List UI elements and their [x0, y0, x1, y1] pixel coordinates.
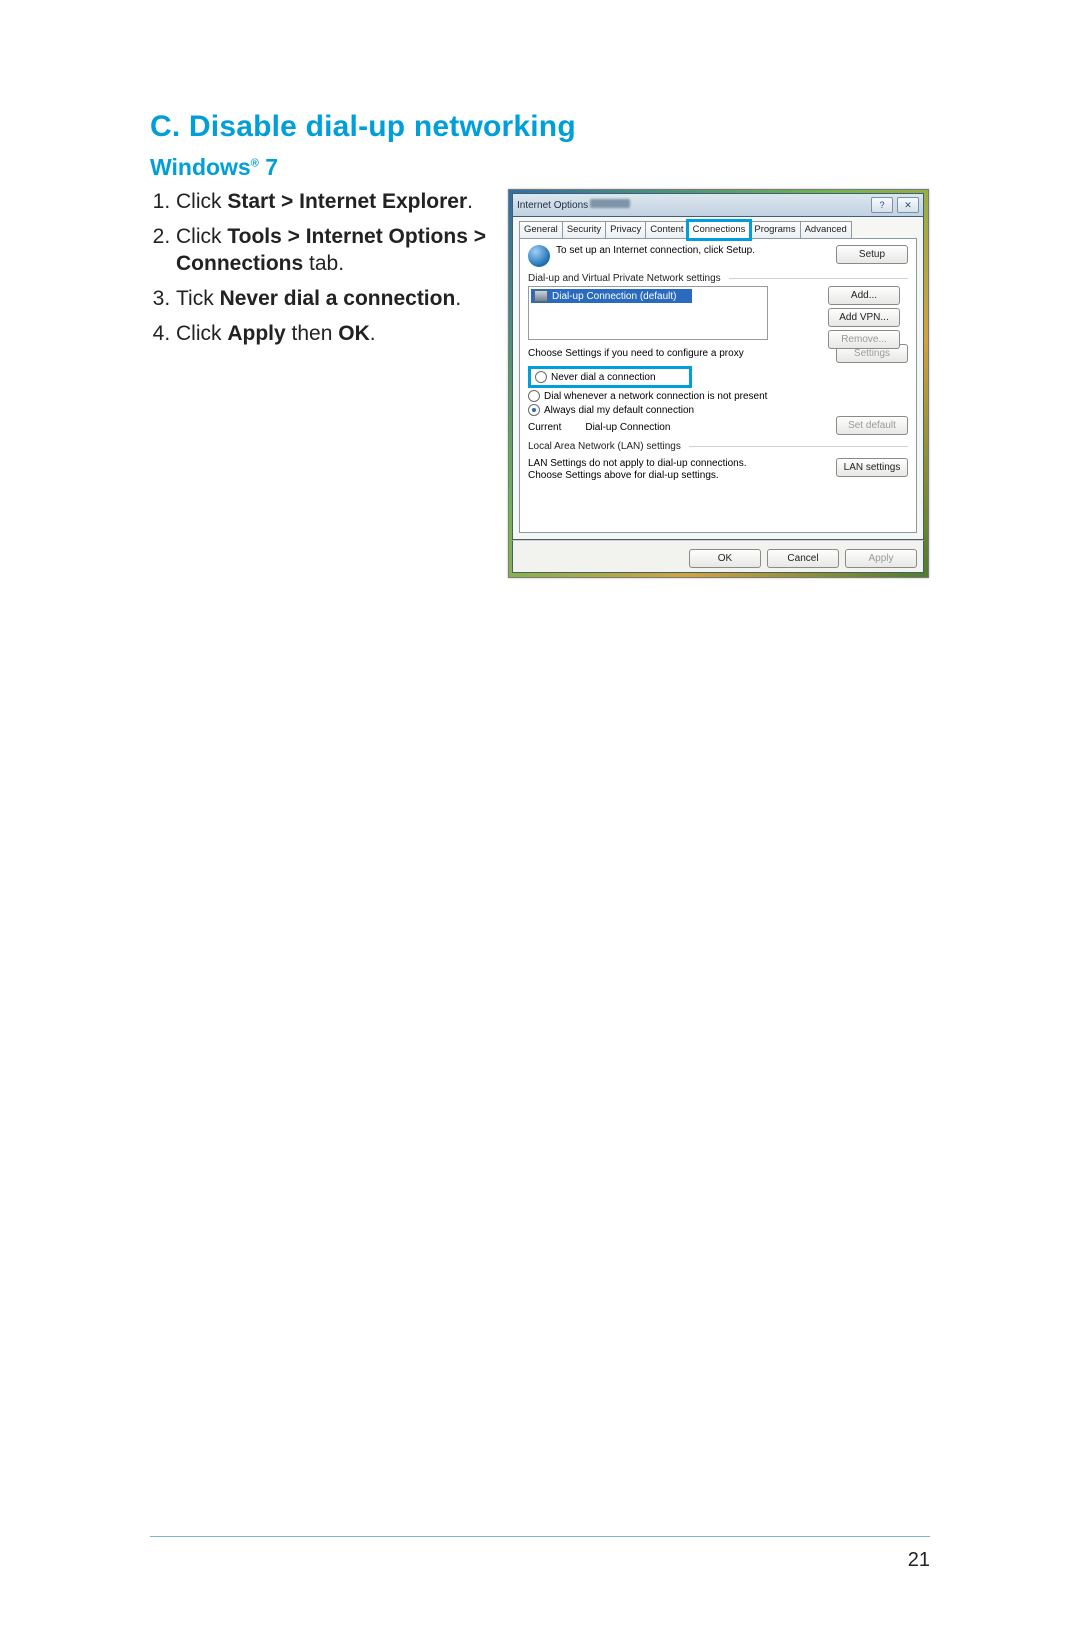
sub-heading: Windows® 7 — [150, 154, 930, 181]
setup-text: To set up an Internet connection, click … — [556, 245, 828, 257]
add-vpn-button[interactable]: Add VPN... — [828, 308, 900, 327]
radio-icon — [535, 371, 547, 383]
lan-legend: Local Area Network (LAN) settings — [528, 435, 908, 454]
window-titlebar: Internet Options ? ✕ — [512, 193, 924, 216]
tab-programs[interactable]: Programs — [749, 221, 800, 239]
tab-security[interactable]: Security — [562, 221, 606, 239]
add-button[interactable]: Add... — [828, 286, 900, 305]
registered-mark: ® — [251, 157, 259, 169]
subheading-prefix: Windows — [150, 154, 251, 180]
tab-privacy[interactable]: Privacy — [605, 221, 646, 239]
setup-button[interactable]: Setup — [836, 245, 908, 264]
section-heading: C. Disable dial-up networking — [150, 110, 930, 144]
close-button[interactable]: ✕ — [897, 197, 919, 213]
dialup-legend: Dial-up and Virtual Private Network sett… — [528, 267, 908, 286]
tab-general[interactable]: General — [519, 221, 563, 239]
tab-content[interactable]: Content — [645, 221, 688, 239]
step-2: Click Tools > Internet Options > Connect… — [176, 224, 490, 278]
radio-dial-whenever[interactable]: Dial whenever a network connection is no… — [528, 390, 908, 402]
current-connection-row: Current Dial-up Connection — [528, 422, 670, 433]
window-title: Internet Options — [517, 199, 867, 211]
cancel-button[interactable]: Cancel — [767, 549, 839, 568]
steps-list: Click Start > Internet Explorer. Click T… — [150, 189, 490, 347]
lan-text: LAN Settings do not apply to dial-up con… — [528, 458, 758, 482]
proxy-text: Choose Settings if you need to configure… — [528, 348, 744, 359]
radio-never-dial[interactable]: Never dial a connection — [535, 371, 685, 383]
globe-icon — [528, 245, 550, 267]
step-3: Tick Never dial a connection. — [176, 286, 490, 313]
internet-options-screenshot: Internet Options ? ✕ General Security Pr… — [508, 189, 929, 578]
modem-icon — [534, 290, 548, 302]
instructions-column: Click Start > Internet Explorer. Click T… — [150, 189, 490, 355]
dialog-body: General Security Privacy Content Connect… — [512, 216, 924, 540]
set-default-button[interactable]: Set default — [836, 416, 908, 435]
internet-options-window: Internet Options ? ✕ General Security Pr… — [512, 193, 924, 573]
dialup-item[interactable]: Dial-up Connection (default) — [531, 289, 692, 303]
current-value: Dial-up Connection — [585, 422, 670, 433]
radio-icon — [528, 404, 540, 416]
tab-connections[interactable]: Connections — [688, 221, 751, 239]
step-4: Click Apply then OK. — [176, 321, 490, 348]
help-button[interactable]: ? — [871, 197, 893, 213]
subheading-suffix: 7 — [259, 154, 278, 180]
ok-button[interactable]: OK — [689, 549, 761, 568]
dialog-footer: OK Cancel Apply — [512, 540, 924, 573]
page-number: 21 — [908, 1549, 930, 1572]
connections-pane: To set up an Internet connection, click … — [519, 238, 917, 533]
current-label: Current — [528, 422, 561, 433]
dialup-listbox[interactable]: Dial-up Connection (default) — [528, 286, 768, 340]
page-rule — [150, 1536, 930, 1537]
remove-button[interactable]: Remove... — [828, 330, 900, 349]
apply-button[interactable]: Apply — [845, 549, 917, 568]
tab-strip: General Security Privacy Content Connect… — [519, 221, 917, 239]
radio-icon — [528, 390, 540, 402]
step-1: Click Start > Internet Explorer. — [176, 189, 490, 216]
never-dial-highlight: Never dial a connection — [528, 366, 692, 388]
tab-advanced[interactable]: Advanced — [800, 221, 852, 239]
radio-always-dial[interactable]: Always dial my default connection — [528, 404, 908, 416]
lan-settings-button[interactable]: LAN settings — [836, 458, 908, 477]
